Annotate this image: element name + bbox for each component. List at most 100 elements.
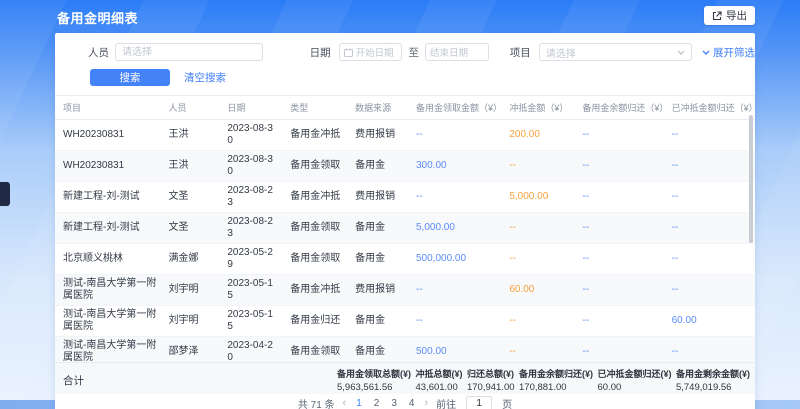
cell-balance_returned: --	[574, 182, 663, 213]
table-row: 新建工程-刘-测试文圣2023-08-23备用金领取备用金5,000.00---…	[55, 213, 755, 244]
export-label: 导出	[726, 8, 747, 23]
cell-offset: 5,000.00	[501, 182, 574, 213]
cell-offset: --	[501, 306, 574, 337]
cell-person: 满金娜	[161, 244, 220, 275]
page-button-4[interactable]: 4	[407, 398, 417, 409]
cell-project: 北京顺义桃林	[55, 244, 161, 275]
cell-source: 备用金	[347, 151, 408, 182]
cell-received: 5,000.00	[408, 213, 501, 244]
date-start-input[interactable]: 开始日期	[339, 43, 403, 61]
cell-balance_returned: --	[574, 151, 663, 182]
project-filter-select[interactable]: 请选择	[539, 43, 692, 61]
cell-received: 300.00	[408, 151, 501, 182]
cell-project: WH20230831	[55, 120, 161, 151]
cell-balance_returned: --	[574, 306, 663, 337]
cell-person: 邵梦泽	[161, 337, 220, 363]
cell-received: --	[408, 306, 501, 337]
next-page-button[interactable]: ›	[424, 398, 428, 409]
cell-date: 2023-05-29	[219, 244, 282, 275]
column-header-date: 日期	[219, 96, 282, 120]
table-row: WH20230831王洪2023-08-30备用金领取备用金300.00----…	[55, 151, 755, 182]
goto-suffix: 页	[502, 396, 512, 409]
table-row: WH20230831王洪2023-08-30备用金冲抵费用报销--200.00-…	[55, 120, 755, 151]
cell-offset: --	[501, 337, 574, 363]
cell-type: 备用金冲抵	[282, 182, 347, 213]
person-filter-input[interactable]	[115, 43, 263, 61]
cell-person: 文圣	[161, 213, 220, 244]
cell-offset: --	[501, 213, 574, 244]
cell-offset: 60.00	[501, 275, 574, 306]
summary-row: 合计 备用金领取总额(¥)5,963,561.56冲抵总额(¥)43,601.0…	[55, 362, 755, 394]
search-button[interactable]: 搜索	[90, 69, 170, 86]
cell-person: 刘宇明	[161, 275, 220, 306]
cell-source: 费用报销	[347, 182, 408, 213]
cell-project: 新建工程-刘-测试	[55, 182, 161, 213]
project-select-placeholder: 请选择	[546, 45, 576, 60]
cell-person: 文圣	[161, 182, 220, 213]
cell-date: 2023-04-20	[219, 337, 282, 363]
cell-date: 2023-05-15	[219, 306, 282, 337]
cell-received: 500.00	[408, 337, 501, 363]
cell-type: 备用金冲抵	[282, 275, 347, 306]
date-start-placeholder: 开始日期	[356, 45, 394, 59]
cell-project: WH20230831	[55, 151, 161, 182]
chevron-down-icon	[677, 50, 685, 55]
column-header-source: 数据来源	[347, 96, 408, 120]
cell-offset: 200.00	[501, 120, 574, 151]
table-row: 测试-南昌大学第一附属医院刘宇明2023-05-15备用金归还备用金------…	[55, 306, 755, 337]
filter-bar: 人员 日期 开始日期 至 结束日期 项目 请选择	[55, 42, 755, 62]
cell-offset_returned: --	[664, 275, 755, 306]
cell-source: 费用报销	[347, 120, 408, 151]
filter-actions: 搜索 清空搜索	[55, 69, 755, 86]
cell-person: 王洪	[161, 151, 220, 182]
expand-filters-label: 展开筛选	[713, 45, 755, 60]
cell-person: 刘宇明	[161, 306, 220, 337]
expand-chevron-icon	[702, 50, 710, 55]
cell-offset_returned: --	[664, 182, 755, 213]
page-button-3[interactable]: 3	[389, 398, 399, 409]
cell-balance_returned: --	[574, 275, 663, 306]
page-button-1[interactable]: 1	[354, 398, 364, 409]
pagination-bar: 共 71 条 ‹ 1234 › 前往 页	[55, 394, 755, 409]
calendar-icon	[344, 48, 353, 57]
table-row: 测试-南昌大学第一附属医院邵梦泽2023-04-20备用金领取备用金500.00…	[55, 337, 755, 363]
goto-page-input[interactable]	[466, 396, 492, 409]
cell-source: 备用金	[347, 244, 408, 275]
export-icon	[712, 11, 722, 21]
prev-page-button[interactable]: ‹	[343, 398, 347, 409]
summary-stat: 备用金剩余金额(¥)5,749,019.56	[676, 367, 750, 393]
cell-project: 测试-南昌大学第一附属医院	[55, 337, 161, 363]
summary-stats: 备用金领取总额(¥)5,963,561.56冲抵总额(¥)43,601.00归还…	[337, 367, 750, 393]
date-filter-label: 日期	[310, 45, 331, 60]
table-row: 新建工程-刘-测试文圣2023-08-23备用金冲抵费用报销--5,000.00…	[55, 182, 755, 213]
summary-stat: 备用金余额归还(¥)170,881.00	[519, 367, 593, 393]
date-end-input[interactable]: 结束日期	[425, 43, 489, 61]
cell-source: 备用金	[347, 337, 408, 363]
cell-type: 备用金领取	[282, 337, 347, 363]
expand-filters-link[interactable]: 展开筛选	[702, 45, 755, 60]
summary-stat: 备用金领取总额(¥)5,963,561.56	[337, 367, 411, 393]
clear-search-link[interactable]: 清空搜索	[184, 70, 226, 85]
data-table-container: 项目人员日期类型数据来源备用金领取金额（¥）冲抵金额（¥）备用金余额归还（¥）已…	[55, 95, 755, 362]
page-button-2[interactable]: 2	[372, 398, 382, 409]
cell-date: 2023-08-23	[219, 182, 282, 213]
page-buttons: 1234	[354, 398, 416, 409]
cell-project: 新建工程-刘-测试	[55, 213, 161, 244]
main-panel: 人员 日期 开始日期 至 结束日期 项目 请选择	[55, 33, 755, 409]
date-range-separator: 至	[408, 45, 419, 60]
cell-offset_returned: --	[664, 151, 755, 182]
cell-type: 备用金归还	[282, 306, 347, 337]
cell-received: --	[408, 182, 501, 213]
vertical-scrollbar[interactable]	[749, 115, 753, 243]
cell-type: 备用金冲抵	[282, 120, 347, 151]
cell-offset_returned: --	[664, 337, 755, 363]
cell-source: 费用报销	[347, 275, 408, 306]
summary-stat: 已冲抵金额归还(¥)60.00	[597, 367, 671, 393]
summary-stat: 归还总额(¥)170,941.00	[467, 367, 515, 393]
collapsed-sidebar-handle[interactable]	[0, 182, 10, 206]
cell-received: --	[408, 120, 501, 151]
cell-source: 备用金	[347, 306, 408, 337]
column-header-project: 项目	[55, 96, 161, 120]
cell-offset_returned: 60.00	[664, 306, 755, 337]
export-button[interactable]: 导出	[704, 6, 755, 25]
